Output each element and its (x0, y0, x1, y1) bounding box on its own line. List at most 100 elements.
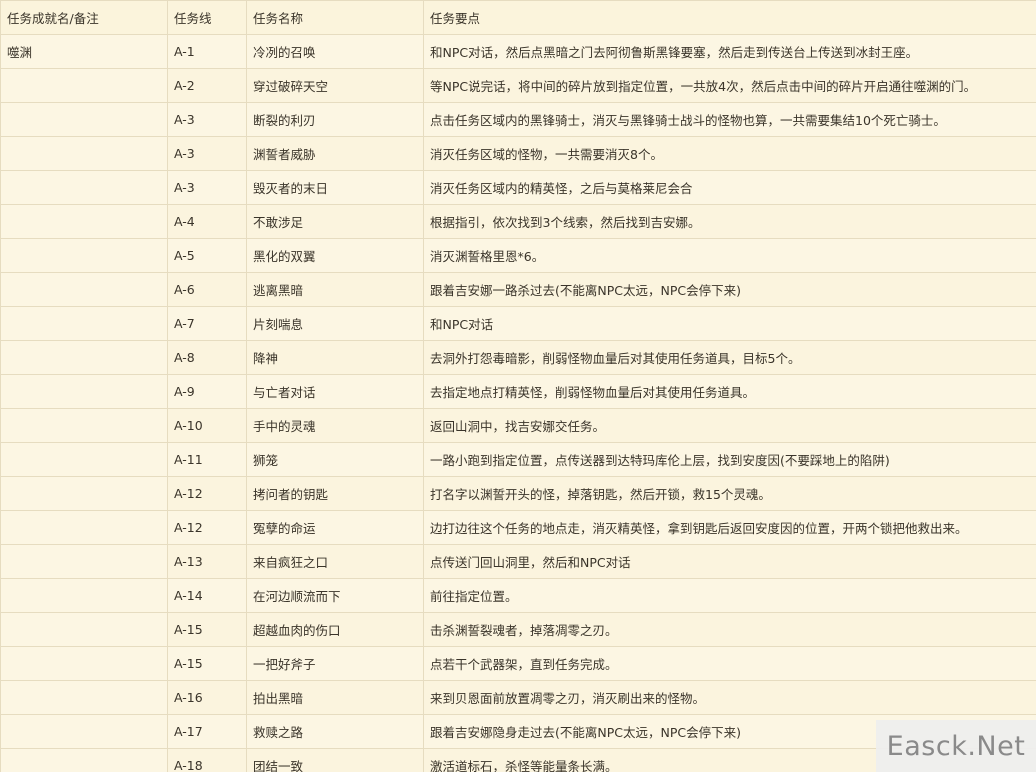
quest-name-cell: 降神 (246, 340, 424, 375)
questline-cell: A-16 (167, 680, 247, 715)
questline-cell: A-14 (167, 578, 247, 613)
quest-name-cell: 一把好斧子 (246, 646, 424, 681)
achievement-cell (0, 204, 168, 239)
table-row: A-13 来自疯狂之口 点传送门回山洞里，然后和NPC对话 (0, 544, 1036, 579)
quest-points-cell: 边打边往这个任务的地点走，消灭精英怪，拿到钥匙后返回安度因的位置，开两个锁把他救… (423, 510, 1036, 545)
quest-points-cell: 返回山洞中，找吉安娜交任务。 (423, 408, 1036, 443)
achievement-cell (0, 748, 168, 772)
achievement-cell (0, 238, 168, 273)
header-quest-points: 任务要点 (423, 0, 1036, 35)
quest-points-cell: 消灭渊誓格里恩*6。 (423, 238, 1036, 273)
quest-name-cell: 渊誓者威胁 (246, 136, 424, 171)
questline-cell: A-10 (167, 408, 247, 443)
questline-cell: A-12 (167, 476, 247, 511)
header-achievement: 任务成就名/备注 (0, 0, 168, 35)
achievement-cell: 噬渊 (0, 34, 168, 69)
questline-cell: A-15 (167, 612, 247, 647)
quest-name-cell: 团结一致 (246, 748, 424, 772)
quest-points-cell: 前往指定位置。 (423, 578, 1036, 613)
table-row: A-5 黑化的双翼 消灭渊誓格里恩*6。 (0, 238, 1036, 273)
quest-points-cell: 点击任务区域内的黑锋骑士，消灭与黑锋骑士战斗的怪物也算，一共需要集结10个死亡骑… (423, 102, 1036, 137)
quest-name-cell: 拍出黑暗 (246, 680, 424, 715)
quest-name-cell: 断裂的利刃 (246, 102, 424, 137)
quest-points-cell: 消灭任务区域的怪物，一共需要消灭8个。 (423, 136, 1036, 171)
table-row: A-10 手中的灵魂 返回山洞中，找吉安娜交任务。 (0, 408, 1036, 443)
header-row: 任务成就名/备注 任务线 任务名称 任务要点 (0, 0, 1036, 35)
table-row: A-7 片刻喘息 和NPC对话 (0, 306, 1036, 341)
table-row: A-4 不敢涉足 根据指引，依次找到3个线索，然后找到吉安娜。 (0, 204, 1036, 239)
table-row: A-9 与亡者对话 去指定地点打精英怪，削弱怪物血量后对其使用任务道具。 (0, 374, 1036, 409)
quest-name-cell: 救赎之路 (246, 714, 424, 749)
quest-points-cell: 击杀渊誓裂魂者，掉落凋零之刃。 (423, 612, 1036, 647)
questline-cell: A-9 (167, 374, 247, 409)
questline-cell: A-1 (167, 34, 247, 69)
header-quest-name: 任务名称 (246, 0, 424, 35)
questline-cell: A-8 (167, 340, 247, 375)
header-questline: 任务线 (167, 0, 247, 35)
table-row: A-3 断裂的利刃 点击任务区域内的黑锋骑士，消灭与黑锋骑士战斗的怪物也算，一共需要… (0, 102, 1036, 137)
quest-name-cell: 逃离黑暗 (246, 272, 424, 307)
quest-name-cell: 黑化的双翼 (246, 238, 424, 273)
quest-points-cell: 和NPC对话 (423, 306, 1036, 341)
table-row: A-14 在河边顺流而下 前往指定位置。 (0, 578, 1036, 613)
achievement-cell (0, 306, 168, 341)
achievement-cell (0, 408, 168, 443)
table-row: A-2 穿过破碎天空 等NPC说完话，将中间的碎片放到指定位置，一共放4次，然后点击… (0, 68, 1036, 103)
questline-cell: A-17 (167, 714, 247, 749)
site-watermark: Easck.Net (876, 720, 1036, 772)
achievement-cell (0, 476, 168, 511)
achievement-cell (0, 272, 168, 307)
questline-cell: A-3 (167, 102, 247, 137)
quest-points-cell: 打名字以渊誓开头的怪，掉落钥匙，然后开锁，救15个灵魂。 (423, 476, 1036, 511)
quest-name-cell: 与亡者对话 (246, 374, 424, 409)
table-row: A-3 毁灭者的末日 消灭任务区域内的精英怪，之后与莫格莱尼会合 (0, 170, 1036, 205)
quest-name-cell: 狮笼 (246, 442, 424, 477)
quest-points-cell: 一路小跑到指定位置，点传送器到达特玛库伦上层，找到安度因(不要踩地上的陷阱) (423, 442, 1036, 477)
table-row: A-15 一把好斧子 点若干个武器架，直到任务完成。 (0, 646, 1036, 681)
quest-name-cell: 穿过破碎天空 (246, 68, 424, 103)
quest-name-cell: 冷冽的召唤 (246, 34, 424, 69)
quest-name-cell: 片刻喘息 (246, 306, 424, 341)
questline-cell: A-2 (167, 68, 247, 103)
quest-name-cell: 毁灭者的末日 (246, 170, 424, 205)
quest-points-cell: 来到贝恩面前放置凋零之刃，消灭刷出来的怪物。 (423, 680, 1036, 715)
achievement-cell (0, 612, 168, 647)
achievement-cell (0, 340, 168, 375)
table-row: A-6 逃离黑暗 跟着吉安娜一路杀过去(不能离NPC太远，NPC会停下来) (0, 272, 1036, 307)
table-row: A-8 降神 去洞外打怨毒暗影，削弱怪物血量后对其使用任务道具，目标5个。 (0, 340, 1036, 375)
quest-name-cell: 不敢涉足 (246, 204, 424, 239)
quest-name-cell: 来自疯狂之口 (246, 544, 424, 579)
table-row: A-3 渊誓者威胁 消灭任务区域的怪物，一共需要消灭8个。 (0, 136, 1036, 171)
achievement-cell (0, 680, 168, 715)
questline-cell: A-12 (167, 510, 247, 545)
quest-points-cell: 消灭任务区域内的精英怪，之后与莫格莱尼会合 (423, 170, 1036, 205)
questline-cell: A-3 (167, 170, 247, 205)
questline-cell: A-4 (167, 204, 247, 239)
achievement-cell (0, 578, 168, 613)
table-row: A-12 冤孽的命运 边打边往这个任务的地点走，消灭精英怪，拿到钥匙后返回安度因的位… (0, 510, 1036, 545)
quest-points-cell: 等NPC说完话，将中间的碎片放到指定位置，一共放4次，然后点击中间的碎片开启通往… (423, 68, 1036, 103)
table-row: A-16 拍出黑暗 来到贝恩面前放置凋零之刃，消灭刷出来的怪物。 (0, 680, 1036, 715)
questline-cell: A-3 (167, 136, 247, 171)
quest-points-cell: 点若干个武器架，直到任务完成。 (423, 646, 1036, 681)
table-body: 噬渊 A-1 冷冽的召唤 和NPC对话，然后点黑暗之门去阿彻鲁斯黑锋要塞，然后走到传送… (0, 34, 1036, 772)
quest-points-cell: 和NPC对话，然后点黑暗之门去阿彻鲁斯黑锋要塞，然后走到传送台上传送到冰封王座。 (423, 34, 1036, 69)
table-row: 噬渊 A-1 冷冽的召唤 和NPC对话，然后点黑暗之门去阿彻鲁斯黑锋要塞，然后走到传送… (0, 34, 1036, 69)
quest-points-cell: 跟着吉安娜一路杀过去(不能离NPC太远，NPC会停下来) (423, 272, 1036, 307)
achievement-cell (0, 510, 168, 545)
questline-cell: A-15 (167, 646, 247, 681)
questline-cell: A-6 (167, 272, 247, 307)
achievement-cell (0, 714, 168, 749)
questline-cell: A-7 (167, 306, 247, 341)
achievement-cell (0, 68, 168, 103)
quest-name-cell: 在河边顺流而下 (246, 578, 424, 613)
achievement-cell (0, 442, 168, 477)
achievement-cell (0, 646, 168, 681)
table-row: A-12 拷问者的钥匙 打名字以渊誓开头的怪，掉落钥匙，然后开锁，救15个灵魂。 (0, 476, 1036, 511)
page: 任务成就名/备注 任务线 任务名称 任务要点 噬渊 A-1 冷冽的召唤 和NPC对话，… (0, 0, 1036, 772)
quest-points-cell: 去洞外打怨毒暗影，削弱怪物血量后对其使用任务道具，目标5个。 (423, 340, 1036, 375)
quest-name-cell: 超越血肉的伤口 (246, 612, 424, 647)
quest-name-cell: 拷问者的钥匙 (246, 476, 424, 511)
questline-cell: A-5 (167, 238, 247, 273)
table-row: A-15 超越血肉的伤口 击杀渊誓裂魂者，掉落凋零之刃。 (0, 612, 1036, 647)
